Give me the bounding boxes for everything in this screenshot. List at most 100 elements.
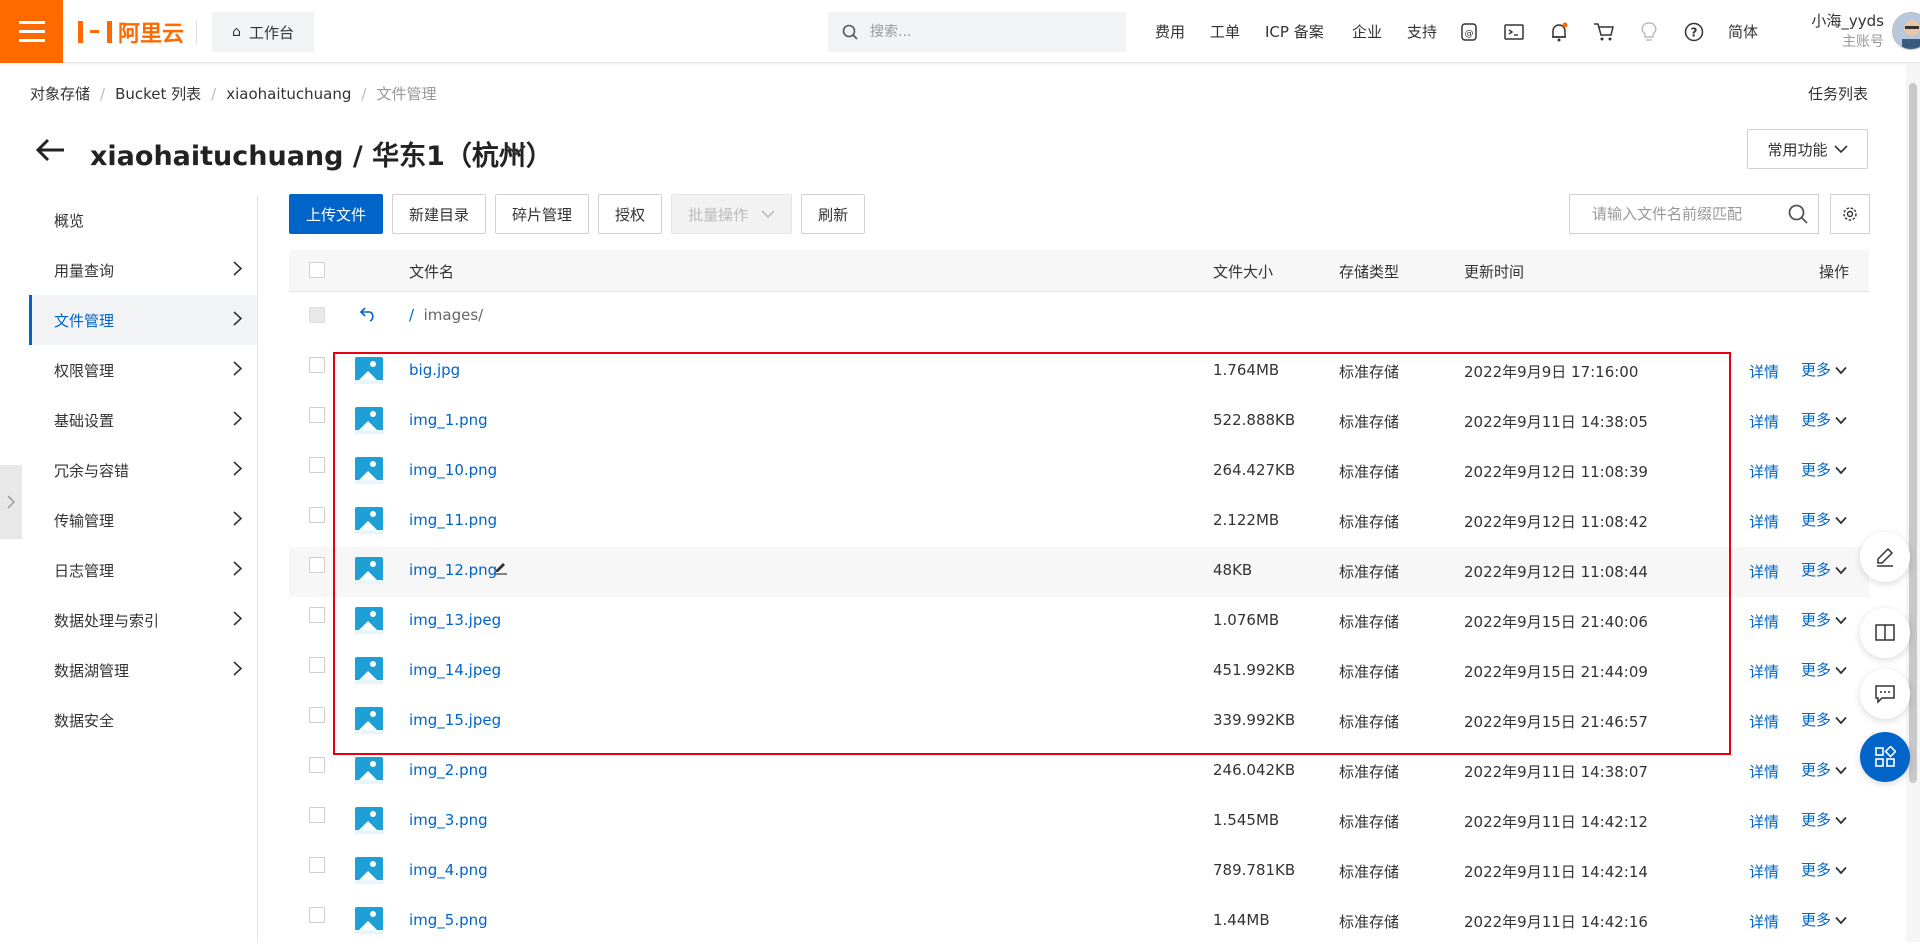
user-menu[interactable]: 小海_yyds 主账号: [1788, 10, 1884, 52]
notification-bell-icon[interactable]: [1547, 20, 1571, 44]
authorize-button[interactable]: 授权: [598, 194, 663, 234]
detail-link[interactable]: 详情: [1749, 861, 1779, 882]
row-checkbox[interactable]: [309, 907, 325, 923]
sidebar-item[interactable]: 冗余与容错: [29, 445, 258, 495]
sidebar-item[interactable]: 用量查询: [29, 245, 258, 295]
file-name-link[interactable]: img_2.png: [409, 761, 488, 779]
breadcrumb-oss[interactable]: 对象存储: [30, 83, 90, 104]
bucket-switch-chevron-icon[interactable]: [505, 138, 527, 162]
back-directory-icon[interactable]: [359, 306, 377, 326]
more-dropdown[interactable]: 更多: [1801, 659, 1847, 680]
more-dropdown[interactable]: 更多: [1801, 459, 1847, 480]
docs-float-button[interactable]: [1860, 608, 1910, 658]
row-checkbox[interactable]: [309, 407, 325, 423]
chat-float-button[interactable]: [1860, 669, 1910, 719]
menu-button[interactable]: [0, 0, 63, 63]
lightbulb-icon[interactable]: [1637, 20, 1661, 44]
common-functions-button[interactable]: 常用功能: [1747, 129, 1868, 169]
nav-enterprise[interactable]: 企业: [1352, 0, 1382, 63]
file-search-input[interactable]: [1590, 204, 1780, 224]
sidebar-item[interactable]: 数据处理与索引: [29, 595, 258, 645]
task-list-link[interactable]: 任务列表: [1808, 83, 1868, 104]
more-dropdown[interactable]: 更多: [1801, 609, 1847, 630]
new-directory-button[interactable]: 新建目录: [392, 194, 487, 234]
more-dropdown[interactable]: 更多: [1801, 909, 1847, 930]
detail-link[interactable]: 详情: [1749, 811, 1779, 832]
batch-operation-button[interactable]: 批量操作: [671, 194, 793, 234]
detail-link[interactable]: 详情: [1749, 611, 1779, 632]
apps-float-button[interactable]: [1860, 732, 1910, 782]
sidebar-item[interactable]: 基础设置: [29, 395, 258, 445]
select-all-checkbox[interactable]: [309, 262, 325, 278]
sidebar-item[interactable]: 概览: [29, 195, 258, 245]
app-icon[interactable]: @: [1457, 20, 1481, 44]
sidebar-expand-tab[interactable]: [0, 465, 22, 539]
row-checkbox[interactable]: [309, 857, 325, 873]
more-dropdown[interactable]: 更多: [1801, 709, 1847, 730]
language-switch[interactable]: 简体: [1728, 0, 1758, 63]
nav-icp[interactable]: ICP 备案: [1265, 0, 1324, 63]
row-checkbox[interactable]: [309, 657, 325, 673]
nav-support[interactable]: 支持: [1407, 0, 1437, 63]
detail-link[interactable]: 详情: [1749, 511, 1779, 532]
detail-link[interactable]: 详情: [1749, 761, 1779, 782]
global-search-input[interactable]: [868, 23, 1098, 41]
terminal-icon[interactable]: [1502, 20, 1526, 44]
nav-tickets[interactable]: 工单: [1210, 0, 1240, 63]
aliyun-logo[interactable]: 阿里云: [78, 17, 184, 47]
detail-link[interactable]: 详情: [1749, 361, 1779, 382]
upload-file-button[interactable]: 上传文件: [289, 194, 384, 234]
refresh-button[interactable]: 刷新: [801, 194, 866, 234]
global-search[interactable]: [828, 12, 1126, 52]
breadcrumb-bucket-list[interactable]: Bucket 列表: [115, 83, 201, 104]
edit-float-button[interactable]: [1860, 532, 1910, 582]
search-icon[interactable]: [1788, 204, 1808, 224]
workbench-button[interactable]: ⌂ 工作台: [212, 12, 314, 52]
file-name-link[interactable]: img_4.png: [409, 861, 488, 879]
row-checkbox[interactable]: [309, 457, 325, 473]
sidebar-item[interactable]: 数据湖管理: [29, 645, 258, 695]
more-dropdown[interactable]: 更多: [1801, 759, 1847, 780]
more-dropdown[interactable]: 更多: [1801, 559, 1847, 580]
detail-link[interactable]: 详情: [1749, 461, 1779, 482]
sidebar-item[interactable]: 日志管理: [29, 545, 258, 595]
row-checkbox[interactable]: [309, 557, 325, 573]
back-arrow-icon[interactable]: [34, 136, 66, 170]
cart-icon[interactable]: [1592, 20, 1616, 44]
fragment-manage-button[interactable]: 碎片管理: [495, 194, 590, 234]
sidebar-item[interactable]: 权限管理: [29, 345, 258, 395]
row-checkbox[interactable]: [309, 707, 325, 723]
file-name-link[interactable]: img_3.png: [409, 811, 488, 829]
page-scrollbar[interactable]: [1906, 63, 1920, 942]
nav-fees[interactable]: 费用: [1155, 0, 1185, 63]
table-row[interactable]: img_5.png 1.44MB 标准存储 2022年9月11日 14:42:16 详情…: [289, 897, 1869, 947]
more-dropdown[interactable]: 更多: [1801, 859, 1847, 880]
detail-link[interactable]: 详情: [1749, 711, 1779, 732]
more-dropdown[interactable]: 更多: [1801, 409, 1847, 430]
row-checkbox[interactable]: [309, 357, 325, 373]
detail-link[interactable]: 详情: [1749, 411, 1779, 432]
file-name-link[interactable]: img_5.png: [409, 911, 488, 929]
root-path-link[interactable]: /: [409, 306, 414, 324]
table-row[interactable]: img_4.png 789.781KB 标准存储 2022年9月11日 14:42:1…: [289, 847, 1869, 897]
sidebar-item[interactable]: 传输管理: [29, 495, 258, 545]
sidebar-item[interactable]: 数据安全: [29, 695, 258, 745]
row-checkbox[interactable]: [309, 807, 325, 823]
detail-link[interactable]: 详情: [1749, 661, 1779, 682]
settings-button[interactable]: [1830, 194, 1870, 234]
scrollbar-thumb[interactable]: [1909, 83, 1917, 783]
more-dropdown[interactable]: 更多: [1801, 359, 1847, 380]
breadcrumb-bucket[interactable]: xiaohaituchuang: [226, 85, 351, 103]
avatar[interactable]: [1892, 12, 1920, 50]
table-row[interactable]: img_3.png 1.545MB 标准存储 2022年9月11日 14:42:12 详…: [289, 797, 1869, 847]
detail-link[interactable]: 详情: [1749, 561, 1779, 582]
row-checkbox[interactable]: [309, 507, 325, 523]
more-dropdown[interactable]: 更多: [1801, 509, 1847, 530]
row-checkbox[interactable]: [309, 757, 325, 773]
sidebar-item[interactable]: 文件管理: [29, 295, 258, 345]
row-checkbox[interactable]: [309, 607, 325, 623]
help-icon[interactable]: ?: [1682, 20, 1706, 44]
more-dropdown[interactable]: 更多: [1801, 809, 1847, 830]
file-search[interactable]: [1569, 194, 1819, 234]
detail-link[interactable]: 详情: [1749, 911, 1779, 932]
